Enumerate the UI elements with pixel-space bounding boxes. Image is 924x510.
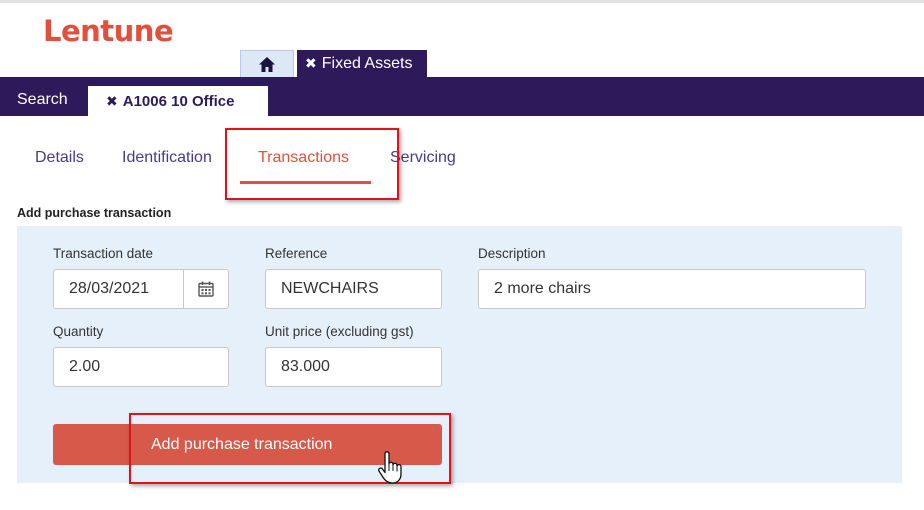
unit-price-label: Unit price (excluding gst) <box>265 324 414 339</box>
search-link[interactable]: Search <box>17 91 68 109</box>
hand-cursor-icon <box>378 451 402 484</box>
active-tab-indicator <box>240 181 371 184</box>
transaction-date-label: Transaction date <box>53 246 154 261</box>
app-logo: Lentune <box>43 14 174 48</box>
calendar-button[interactable] <box>183 269 229 309</box>
quantity-label: Quantity <box>53 324 104 339</box>
tab-fixed-assets[interactable]: ✖ Fixed Assets <box>297 50 427 77</box>
section-title: Add purchase transaction <box>17 206 172 220</box>
tab-fixed-assets-label: Fixed Assets <box>321 54 413 72</box>
quantity-field[interactable]: 2.00 <box>53 347 229 387</box>
calendar-icon <box>198 281 214 297</box>
reference-field[interactable]: NEWCHAIRS <box>265 269 442 309</box>
tab-record-label: A1006 10 Office <box>122 92 235 110</box>
top-border <box>0 0 924 3</box>
unit-price-field[interactable]: 83.000 <box>265 347 442 387</box>
close-icon[interactable]: ✖ <box>106 93 118 110</box>
description-label: Description <box>478 246 546 261</box>
transaction-date-field[interactable]: 28/03/2021 <box>53 269 184 309</box>
reference-label: Reference <box>265 246 328 261</box>
description-field[interactable]: 2 more chairs <box>478 269 866 309</box>
close-icon[interactable]: ✖ <box>305 55 317 72</box>
subtab-identification[interactable]: Identification <box>122 149 212 167</box>
home-tab[interactable] <box>240 50 294 77</box>
home-icon <box>259 56 275 72</box>
subtab-details[interactable]: Details <box>35 149 84 167</box>
subtab-servicing[interactable]: Servicing <box>390 149 456 167</box>
tab-record[interactable]: ✖ A1006 10 Office <box>88 86 268 116</box>
subtab-transactions[interactable]: Transactions <box>258 149 349 167</box>
